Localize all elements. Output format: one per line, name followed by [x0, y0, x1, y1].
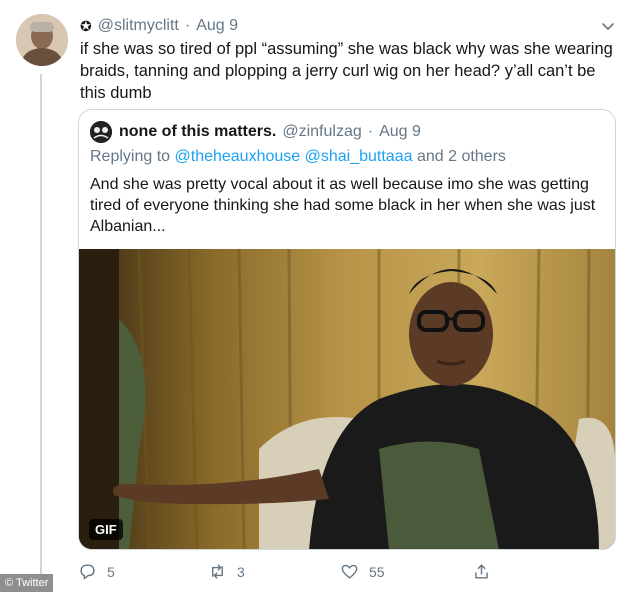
quoted-handle[interactable]: @zinfulzag	[282, 123, 361, 141]
user-handle[interactable]: @slitmyclitt	[98, 17, 179, 35]
replying-to: Replying to @theheauxhouse @shai_buttaaa…	[90, 148, 506, 166]
reply-icon	[80, 564, 95, 580]
quoted-header: none of this matters. @zinfulzag · Aug 9	[119, 121, 421, 143]
quoted-text: And she was pretty vocal about it as wel…	[90, 176, 596, 235]
quoted-avatar-image	[90, 121, 112, 143]
tweet-text: if she was so tired of ppl “assuming” sh…	[80, 40, 613, 102]
quoted-avatar[interactable]	[90, 121, 112, 143]
reply-button[interactable]: 5	[78, 562, 115, 581]
gif-media[interactable]: GIF	[79, 249, 615, 549]
retweet-button[interactable]: 3	[208, 562, 245, 581]
quoted-date[interactable]: Aug 9	[379, 123, 421, 141]
separator-dot: ·	[184, 17, 191, 34]
heart-icon	[341, 564, 358, 579]
replying-suffix[interactable]: and 2 others	[417, 148, 506, 165]
replying-prefix: Replying to	[90, 148, 171, 165]
share-icon	[475, 564, 488, 579]
tweet-actions: 5 3 55	[78, 562, 518, 584]
tweet-date[interactable]: Aug 9	[196, 17, 238, 35]
gif-badge: GIF	[89, 519, 123, 540]
tweet-header: ✪ @slitmyclitt · Aug 9	[80, 14, 238, 38]
replying-mentions[interactable]: @theheauxhouse @shai_buttaaa	[175, 148, 413, 165]
reply-count: 5	[107, 563, 115, 580]
flower-icon: ✪	[80, 17, 92, 34]
avatar[interactable]	[16, 14, 68, 66]
avatar-image	[16, 14, 68, 66]
like-count: 55	[369, 563, 385, 580]
quoted-tweet[interactable]: none of this matters. @zinfulzag · Aug 9…	[78, 109, 616, 550]
twitter-watermark: © Twitter	[0, 574, 54, 592]
quoted-name[interactable]: none of this matters.	[119, 123, 276, 141]
like-button[interactable]: 55	[340, 562, 385, 581]
share-button[interactable]	[472, 562, 501, 581]
gif-image	[79, 249, 615, 549]
separator-dot: ·	[367, 123, 374, 140]
thread-line	[40, 74, 42, 582]
retweet-icon	[212, 564, 223, 579]
retweet-count: 3	[237, 563, 245, 580]
chevron-down-icon[interactable]	[600, 18, 616, 34]
